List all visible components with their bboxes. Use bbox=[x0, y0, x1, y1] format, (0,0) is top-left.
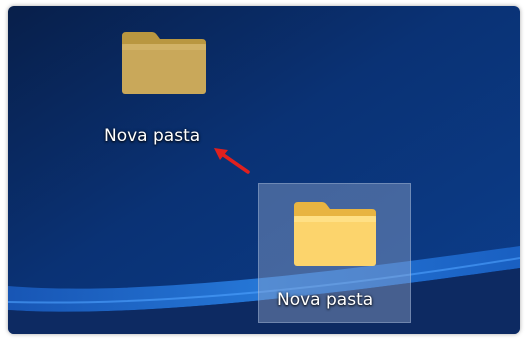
desktop-item-folder-selected[interactable]: Nova pasta bbox=[258, 183, 411, 323]
folder-label: Nova pasta bbox=[277, 290, 374, 310]
desktop[interactable]: Nova pasta Nova pasta bbox=[8, 6, 520, 334]
folder-icon bbox=[122, 32, 206, 94]
folder-icon bbox=[294, 202, 376, 266]
screenshot-frame: Nova pasta Nova pasta bbox=[8, 6, 520, 334]
folder-label: Nova pasta bbox=[104, 126, 201, 146]
red-arrow-icon bbox=[214, 148, 250, 174]
desktop-item-folder-original[interactable]: Nova pasta bbox=[100, 24, 220, 154]
